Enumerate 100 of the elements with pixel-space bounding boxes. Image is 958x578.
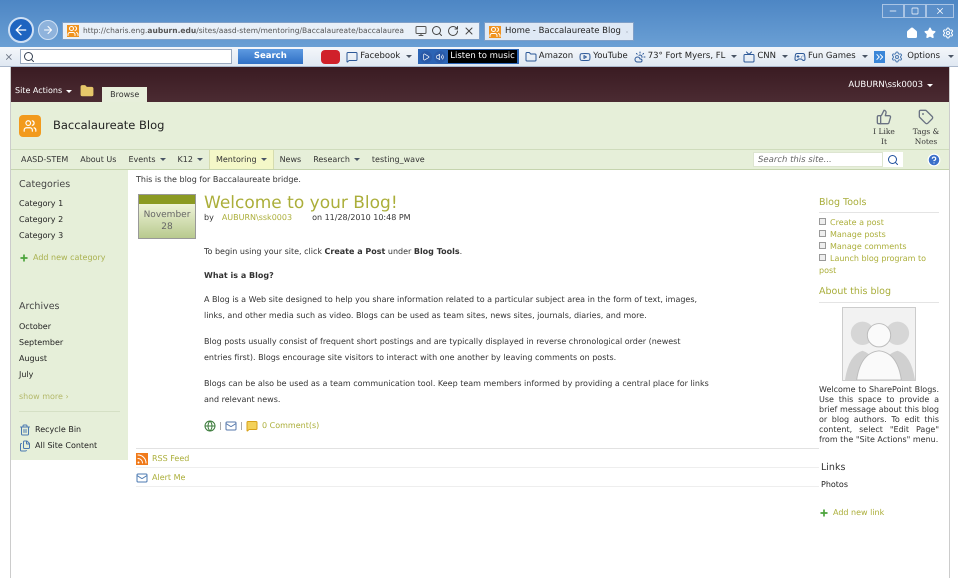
- compatibility-icon[interactable]: [415, 25, 427, 37]
- post-paragraph: Blogs can be also be used as a team communication tool. Keep team members informed by providing a central place for links and relevant news.: [204, 378, 709, 406]
- volume-icon[interactable]: [434, 50, 446, 62]
- caret-icon: [66, 90, 72, 92]
- post-paragraph: Blog posts usually consist of frequent short postings and are typically displayed in reverse chronological order (newest entries first). Blogs encourage site visitors to interact with one another by leaving comments on posts.: [204, 336, 682, 364]
- ribbon-tab[interactable]: Browse: [102, 87, 148, 102]
- site-actions-menu[interactable]: Site Actions: [15, 85, 72, 97]
- tag-icon: [918, 109, 934, 126]
- site-icon: [67, 25, 79, 37]
- more-icon[interactable]: [874, 50, 886, 62]
- documents-icon: [19, 440, 31, 452]
- category-link[interactable]: Category 2: [19, 212, 120, 228]
- archive-link[interactable]: October: [19, 318, 120, 334]
- post-paragraph: A Blog is a Web site designed to help you share information related to a particular subject area in the form of text, images, links, and other media such as video. Blogs can be used as team sites, news sites, journals, diaries, and more.: [204, 294, 698, 322]
- nav-item[interactable]: Research: [307, 150, 366, 169]
- nav-item[interactable]: Events: [122, 150, 172, 169]
- archive-link[interactable]: August: [19, 350, 120, 366]
- music-player[interactable]: Listen to music: [418, 49, 519, 64]
- date-day: 28: [161, 221, 173, 233]
- category-link[interactable]: Category 1: [19, 196, 120, 212]
- section-heading: About this blog: [819, 285, 939, 302]
- caret-icon: [731, 55, 738, 58]
- play-icon[interactable]: [420, 50, 432, 62]
- toolbar-search-field[interactable]: [20, 49, 232, 64]
- nav-item[interactable]: News: [274, 150, 308, 169]
- plus-icon: [819, 508, 829, 518]
- refresh-icon[interactable]: [447, 25, 459, 37]
- nav-heading: Categories: [19, 178, 72, 192]
- toolbar-link[interactable]: Facebook: [346, 50, 412, 63]
- favorites-icon[interactable]: [924, 27, 936, 39]
- nav-item[interactable]: Mentoring: [208, 150, 274, 169]
- post-date: on 11/28/2010 10:48 PM: [312, 212, 411, 224]
- comment-icon: [246, 420, 258, 432]
- toolbar-link[interactable]: YouTube: [579, 50, 628, 63]
- toolbar-link[interactable]: Amazon: [524, 50, 574, 63]
- close-icon[interactable]: [4, 52, 14, 62]
- search-icon[interactable]: [431, 25, 443, 37]
- caret-icon: [948, 55, 954, 58]
- speech-icon: [346, 50, 358, 62]
- byline-label: by: [204, 212, 214, 224]
- video-icon: [579, 50, 592, 62]
- category-link[interactable]: Category 3: [19, 228, 120, 244]
- help-icon[interactable]: [927, 152, 941, 166]
- thumbs-up-icon: [876, 109, 892, 126]
- trash-icon: [19, 424, 31, 436]
- folder-icon[interactable]: [80, 84, 94, 98]
- close-icon: [935, 6, 945, 16]
- recycle-bin-link[interactable]: Recycle Bin: [19, 424, 120, 436]
- forward-arrow-icon: [42, 24, 54, 36]
- section-heading: Blog Tools: [819, 196, 939, 214]
- folder-icon: [524, 50, 537, 62]
- back-button[interactable]: [8, 17, 34, 43]
- restore-icon: [911, 7, 919, 15]
- caret-icon: [160, 158, 166, 161]
- nav-heading: Archives: [19, 300, 60, 314]
- post-subheading: What is a Blog?: [204, 270, 275, 282]
- restore-button[interactable]: [904, 4, 926, 18]
- section-heading: Links: [820, 460, 846, 474]
- envelope-icon: [136, 472, 148, 484]
- toolbar-link[interactable]: Fun Games: [794, 50, 868, 63]
- weather-icon: [634, 50, 646, 62]
- stop-icon[interactable]: [463, 25, 475, 37]
- caret-icon: [782, 55, 788, 58]
- people-icon: [23, 118, 37, 132]
- caret-icon: [354, 158, 360, 161]
- toolbar-link[interactable]: CNN: [743, 50, 788, 63]
- rss-icon: [136, 453, 148, 465]
- tv-icon: [743, 50, 756, 62]
- site-search-field[interactable]: Search this site...: [753, 152, 883, 167]
- browser-tab[interactable]: Home - Baccalaureate Blog: [484, 22, 634, 41]
- settings-icon[interactable]: [942, 27, 954, 39]
- archive-link[interactable]: September: [19, 334, 120, 350]
- caret-icon: [406, 55, 412, 58]
- toolbar-link[interactable]: 73° Fort Myers, FL: [634, 50, 738, 63]
- nav-item[interactable]: About Us: [74, 150, 122, 169]
- nav-item[interactable]: AASD-STEM: [15, 150, 74, 169]
- home-icon[interactable]: [906, 27, 918, 39]
- options-button[interactable]: Options: [891, 50, 954, 63]
- forward-button[interactable]: [38, 20, 58, 40]
- link-item[interactable]: Photos: [819, 478, 939, 491]
- caret-icon: [862, 55, 868, 58]
- site-content-link[interactable]: All Site Content: [19, 440, 120, 452]
- search-button[interactable]: Search: [238, 49, 304, 64]
- caret-icon: [927, 84, 933, 87]
- search-icon[interactable]: [887, 154, 899, 166]
- date-month: November: [144, 209, 190, 221]
- about-text: Welcome to SharePoint Blogs. Use this space to provide a brief message about this blog or blog authors. To edit this content, select "Edit Page" from the "Site Actions" menu.: [819, 384, 939, 444]
- blog-description: This is the blog for Baccalaureate bridge.: [136, 174, 302, 186]
- site-icon: [489, 26, 501, 38]
- gamepad-icon: [794, 50, 806, 62]
- user-menu[interactable]: AUBURN\ssk0003: [848, 79, 933, 92]
- post-paragraph: To begin using your site, click Create a Post under Blog Tools.: [204, 246, 464, 258]
- plus-icon: [19, 253, 29, 264]
- caret-icon: [196, 158, 203, 161]
- site-title: Baccalaureate Blog: [53, 116, 164, 134]
- archive-link[interactable]: July: [19, 366, 120, 382]
- nav-item[interactable]: K12: [172, 150, 209, 169]
- ask-icon[interactable]: [321, 50, 340, 64]
- date-badge-band: [139, 195, 195, 204]
- nav-item[interactable]: testing_wave: [366, 150, 431, 169]
